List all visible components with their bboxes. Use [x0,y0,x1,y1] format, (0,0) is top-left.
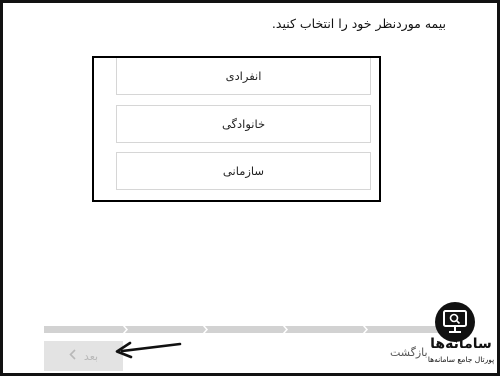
option-family[interactable]: خانوادگی [116,105,371,143]
option-individual[interactable]: انفرادی [116,58,371,95]
watermark-logo: سامانه‌ها پورتال جامع سامانه‌ها [424,300,496,372]
chevron-right-icon [202,325,208,334]
progress-track [44,325,444,334]
options-highlight-box: انفرادی خانوادگی سازمانی [92,56,381,202]
arrow-left-icon [114,338,182,364]
page-prompt: بیمه موردنظر خود را انتخاب کنید. [271,16,446,31]
chevron-right-icon [282,325,288,334]
chevron-left-icon [69,349,76,363]
watermark-subtitle: پورتال جامع سامانه‌ها [427,355,495,364]
watermark-title: سامانه‌ها [430,336,492,352]
back-link[interactable]: بازگشت [390,346,428,359]
next-button[interactable]: بعد [44,341,123,371]
chevron-right-icon [122,325,128,334]
chevron-right-icon [362,325,368,334]
option-organizational[interactable]: سازمانی [116,152,371,190]
next-button-label: بعد [83,349,99,363]
